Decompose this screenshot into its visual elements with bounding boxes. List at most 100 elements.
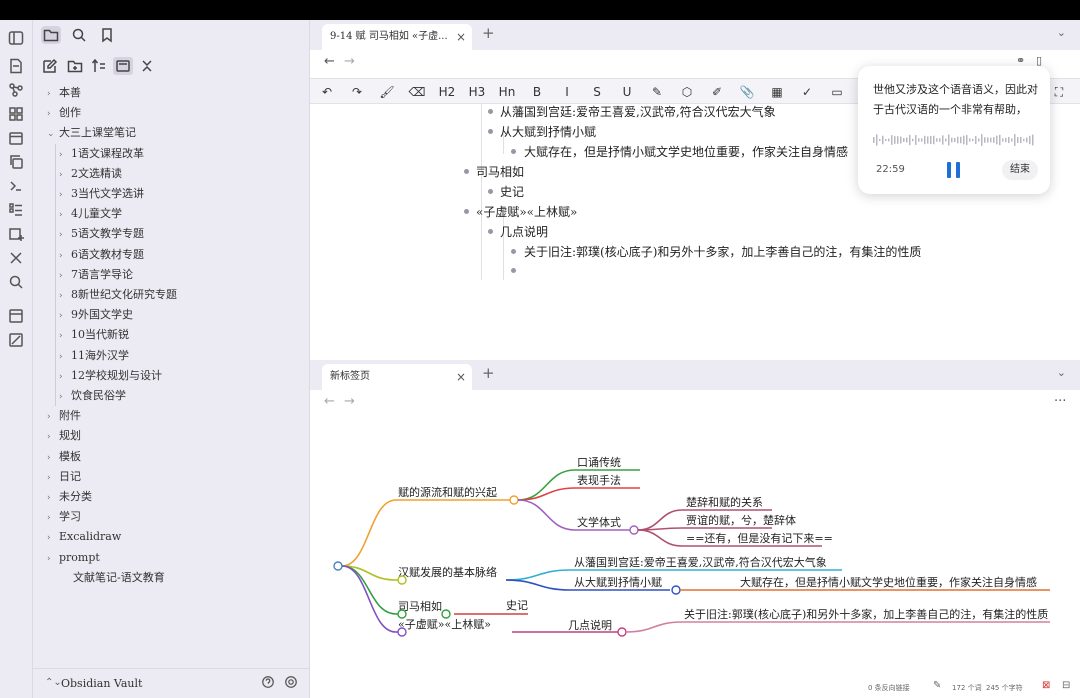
tab-note[interactable]: 9-14 赋 司马相如 «子虚... × (322, 24, 472, 50)
mindmap-branch-label[interactable]: «子虚赋»«上林赋» (398, 617, 491, 631)
bold-button[interactable]: B (526, 82, 548, 102)
vault-name[interactable]: Obsidian Vault (61, 677, 142, 690)
tree-item[interactable]: › 饮食民俗学 (59, 387, 126, 405)
tree-item[interactable]: › 11海外汉学 (59, 347, 129, 365)
tab-new[interactable]: 新标签页 × (322, 364, 472, 390)
folder-icon[interactable] (41, 26, 61, 44)
mindmap-collapse-dot[interactable] (397, 627, 407, 637)
list-icon[interactable] (8, 202, 24, 218)
edit-icon[interactable]: ✎ (933, 680, 941, 691)
tree-item[interactable]: › 5语文教学专题 (59, 225, 144, 243)
mindmap-child-label[interactable]: 文学体式 (577, 515, 621, 529)
mindmap-collapse-dot[interactable] (441, 609, 451, 619)
mindmap-leaf-label[interactable]: 大赋存在，但是抒情小赋文学史地位重要，作家关注自身情感 (740, 575, 1037, 589)
checkbox-icon[interactable]: ✓ (796, 82, 818, 102)
mindmap-collapse-dot[interactable] (617, 627, 627, 637)
mindmap-child-label[interactable]: 几点说明 (568, 618, 612, 632)
new-folder-icon[interactable] (65, 57, 85, 75)
tree-item[interactable]: › Excalidraw (47, 528, 121, 546)
tree-item[interactable]: › 规划 (47, 427, 81, 445)
new-tab-button[interactable]: + (482, 364, 495, 382)
undo-icon[interactable]: ↶ (316, 82, 338, 102)
help-icon[interactable] (261, 675, 277, 691)
calendar-icon[interactable] (8, 130, 24, 146)
graph-icon[interactable] (8, 82, 24, 98)
mindmap-leaf-label[interactable]: 楚辞和赋的关系 (686, 495, 763, 509)
tree-item[interactable]: › 3当代文学选讲 (59, 185, 144, 203)
table-icon[interactable]: ▦ (766, 82, 788, 102)
mindmap-child-label[interactable]: 从藩国到宫廷:爱帝王喜爱,汉武帝,符合汉代宏大气象 (574, 555, 827, 569)
tree-item[interactable]: › 12学校规划与设计 (59, 367, 162, 385)
tree-item[interactable]: › 7语言学导论 (59, 266, 133, 284)
end-button[interactable]: 结束 (1002, 160, 1038, 180)
eraser-icon[interactable]: ⌫ (406, 82, 428, 102)
highlight-icon[interactable]: ✎ (646, 82, 668, 102)
nav-back-icon[interactable]: ← (324, 394, 335, 409)
tree-item[interactable]: › 9外国文学史 (59, 306, 133, 324)
nav-forward-icon[interactable]: → (344, 54, 355, 69)
mindmap-root-node[interactable] (333, 561, 343, 571)
mindmap-leaf-label[interactable]: ==还有，但是没有记下来== (686, 531, 833, 545)
nav-forward-icon[interactable]: → (344, 394, 355, 409)
strikethrough-button[interactable]: S (586, 82, 608, 102)
edit-icon[interactable]: ✐ (706, 82, 728, 102)
mindmap-branch-label[interactable]: 汉赋发展的基本脉络 (398, 565, 497, 579)
mindmap-branch-label[interactable]: 赋的源流和赋的兴起 (398, 485, 497, 499)
tree-item[interactable]: › 10当代新锐 (59, 326, 129, 344)
mindmap-leaf-label[interactable]: 关于旧注:郭璞(核心底子)和另外十多家，加上李善自己的注，有集注的性质 (684, 607, 1048, 621)
canvas-icon[interactable] (8, 106, 24, 122)
tree-item[interactable]: ⌄ 大三上课堂笔记 (47, 124, 136, 142)
mindmap-collapse-dot[interactable] (629, 525, 639, 535)
tab-close-icon[interactable]: × (456, 24, 466, 50)
redo-icon[interactable]: ↷ (346, 82, 368, 102)
terminal-icon[interactable] (8, 178, 24, 194)
tree-item[interactable]: › 模板 (47, 448, 81, 466)
code-block-icon[interactable]: ⬡ (676, 82, 698, 102)
heading-n-button[interactable]: Hn (496, 82, 518, 102)
mindmap-collapse-dot[interactable] (671, 585, 681, 595)
sync-error-icon[interactable]: ⊠ (1042, 680, 1050, 691)
mindmap-child-label[interactable]: 口诵传统 (577, 456, 621, 469)
tree-item[interactable]: › 附件 (47, 407, 81, 425)
open-file-icon[interactable] (8, 58, 24, 74)
search-icon[interactable] (8, 274, 24, 290)
search-icon[interactable] (69, 26, 89, 44)
format-brush-icon[interactable]: 🖌 (376, 82, 398, 102)
mindmap-collapse-dot[interactable] (509, 495, 519, 505)
image-icon[interactable] (8, 332, 24, 348)
tree-item[interactable]: › 日记 (47, 468, 81, 486)
tree-item[interactable]: › 创作 (47, 104, 81, 122)
tree-item[interactable]: › 未分类 (47, 488, 92, 506)
tree-item[interactable]: 文献笔记-语文教育 (61, 569, 165, 587)
mindmap-collapse-dot[interactable] (397, 609, 407, 619)
vault-switch-icon[interactable]: ⌃⌄ (45, 677, 62, 688)
tools-icon[interactable] (8, 250, 24, 266)
new-note-icon[interactable] (40, 57, 60, 75)
mindmap-collapse-dot[interactable] (397, 575, 407, 585)
tree-item[interactable]: › 1语文课程改革 (59, 145, 144, 163)
tab-close-icon[interactable]: × (456, 364, 466, 390)
tree-item[interactable]: › 4儿童文学 (59, 205, 122, 223)
sidebar-toggle-icon[interactable] (8, 30, 24, 46)
mindmap-child-label[interactable]: 从大赋到抒情小赋 (574, 575, 662, 589)
mindmap-child-label[interactable]: 史记 (506, 599, 528, 612)
settings-gear-icon[interactable] (284, 675, 300, 691)
tree-item[interactable]: › 本善 (47, 84, 81, 102)
heading2-button[interactable]: H2 (436, 82, 458, 102)
layout-toggle-icon[interactable]: ⊟ (1062, 680, 1070, 691)
mindmap-leaf-label[interactable]: 贾谊的赋，兮，楚辞体 (686, 513, 796, 527)
attachment-icon[interactable]: 📎 (736, 82, 758, 102)
more-options-icon[interactable]: ··· (1054, 394, 1066, 409)
sort-icon[interactable] (89, 57, 109, 75)
tab-list-chevron-icon[interactable]: ⌄ (1057, 26, 1066, 39)
tree-item[interactable]: › 学习 (47, 508, 81, 526)
collapse-view-icon[interactable] (113, 57, 133, 75)
underline-button[interactable]: U (616, 82, 638, 102)
nav-back-icon[interactable]: ← (324, 54, 335, 69)
layout-icon[interactable] (8, 308, 24, 324)
copy-icon[interactable] (8, 154, 24, 170)
heading3-button[interactable]: H3 (466, 82, 488, 102)
pause-button[interactable] (947, 162, 961, 178)
fullscreen-icon[interactable]: ⛶ (1048, 82, 1070, 102)
tree-item[interactable]: › 6语文教材专题 (59, 246, 144, 264)
